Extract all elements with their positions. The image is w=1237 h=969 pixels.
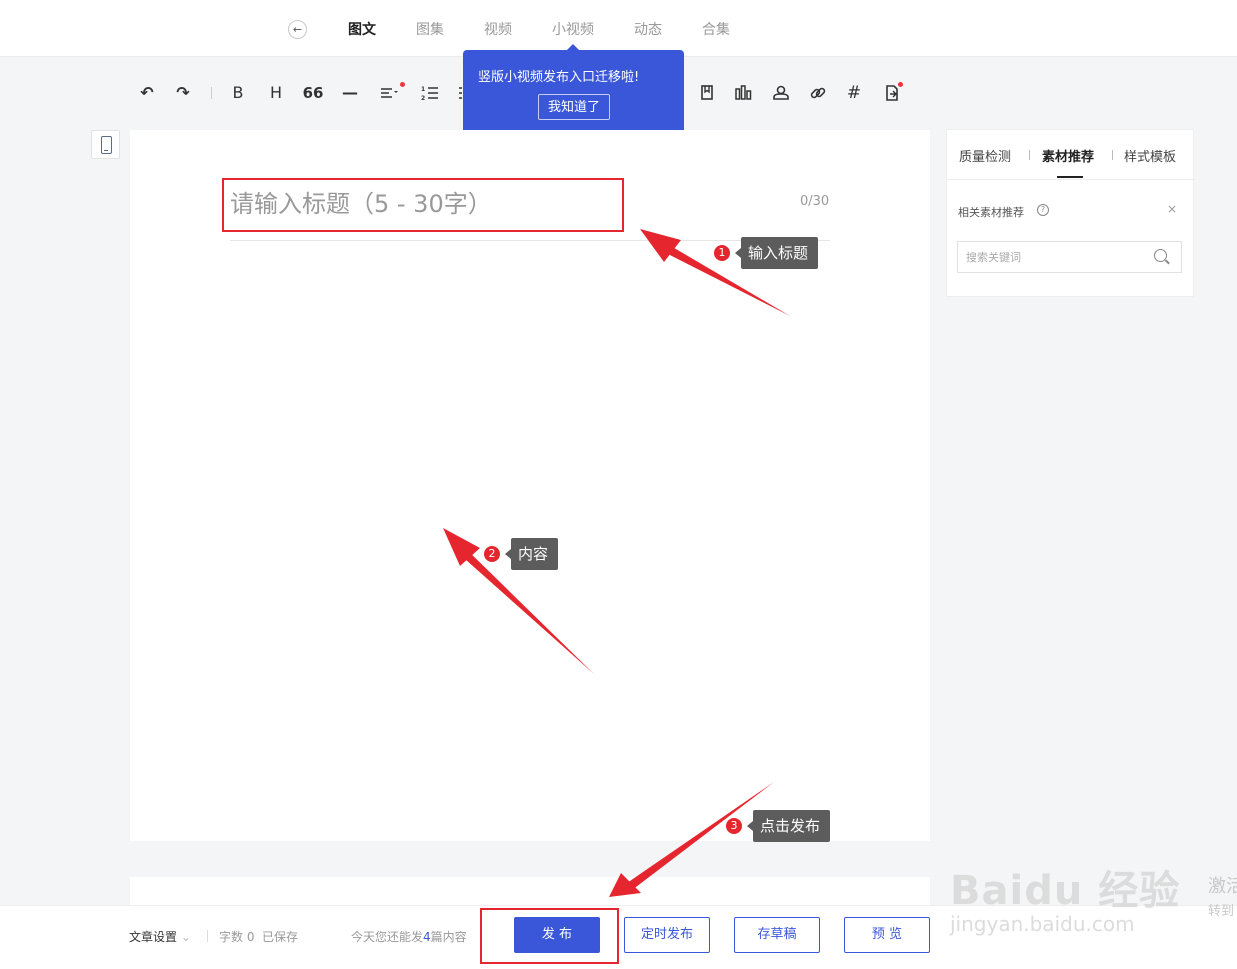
tab-short-video[interactable]: 小视频 [552,19,594,39]
annotation-number: 3 [725,817,743,835]
schedule-publish-button[interactable]: 定时发布 [624,917,710,953]
quote-icon[interactable]: 66 [301,82,325,104]
right-panel: 质量检测 素材推荐 样式模板 相关素材推荐 ? × [946,129,1195,297]
active-tab-indicator [1057,176,1083,178]
tab-material-recommend[interactable]: 素材推荐 [1042,146,1094,165]
save-draft-button[interactable]: 存草稿 [734,917,820,953]
tab-separator [1112,150,1113,160]
heading-icon[interactable]: H [264,82,288,104]
toolbar-divider [211,87,212,99]
annotation-number: 1 [713,244,731,262]
notification-dot [898,82,903,87]
svg-text:1: 1 [421,86,425,93]
quota-count: 4 [423,930,431,944]
article-settings-label: 文章设置 [129,930,178,944]
activation-watermark: 激活 [1208,876,1237,897]
tab-separator [1029,150,1030,160]
publish-quota: 今天您还能发4篇内容 [351,928,467,945]
undo-icon[interactable]: ↶ [135,82,159,104]
title-divider [230,240,830,241]
tooltip-message: 竖版小视频发布入口迁移啦! [478,70,640,85]
hashtag-icon[interactable]: # [842,82,866,104]
title-char-count: 0/30 [800,194,830,209]
panel-divider [947,179,1195,180]
unordered-list-icon[interactable] [452,82,462,104]
top-nav: ← 图文 图集 视频 小视频 动态 合集 [0,0,1237,57]
link-icon[interactable] [806,82,830,104]
annotation-title-highlight [222,178,624,232]
migration-tooltip: 竖版小视频发布入口迁移啦! 我知道了 [463,44,684,138]
bold-icon[interactable]: B [226,82,250,104]
chevron-down-icon: ⌄ [180,930,191,944]
bookmark-icon[interactable] [695,82,719,104]
tab-collection[interactable]: 合集 [702,19,730,39]
arrow-left-icon[interactable]: ← [288,20,307,39]
baidu-watermark-logo: Baidu 经验 [950,868,1181,914]
notification-dot [400,82,405,87]
activation-watermark-sub: 转到 [1208,904,1235,919]
word-count: 字数 0 [219,930,255,944]
footer-divider [207,930,208,942]
help-icon[interactable]: ? [1037,204,1049,216]
section-title: 相关素材推荐 [958,206,1024,219]
annotation-number: 2 [483,545,501,563]
preview-button[interactable]: 预 览 [844,917,930,953]
ordered-list-icon[interactable]: 12 [418,82,442,104]
tab-video[interactable]: 视频 [484,19,512,39]
phone-icon [101,136,112,154]
baidu-watermark-url: jingyan.baidu.com [950,912,1135,936]
user-icon[interactable] [769,82,793,104]
redo-icon[interactable]: ↷ [171,82,195,104]
quota-suffix: 篇内容 [430,930,467,944]
tab-gallery[interactable]: 图集 [416,19,444,39]
close-icon[interactable]: × [1167,202,1177,216]
quota-prefix: 今天您还能发 [351,930,424,944]
search-icon[interactable] [1154,249,1167,262]
annotation-label: 输入标题 [734,237,819,269]
svg-text:2: 2 [421,95,425,102]
search-box [957,241,1182,273]
tab-moments[interactable]: 动态 [634,19,662,39]
mobile-preview-button[interactable] [91,130,120,159]
annotation-label: 点击发布 [746,810,831,842]
content-body[interactable] [230,250,830,810]
align-icon[interactable] [376,82,400,104]
tab-quality-check[interactable]: 质量检测 [959,146,1011,165]
got-it-button[interactable]: 我知道了 [538,94,610,120]
annotation-publish-highlight [480,908,619,964]
search-input[interactable] [966,248,1146,266]
save-status: 已保存 [262,930,299,944]
tab-style-template[interactable]: 样式模板 [1124,146,1176,165]
article-settings-dropdown[interactable]: 文章设置 ⌄ [129,928,191,945]
editor-extra-section [130,877,930,907]
divider-icon[interactable]: — [338,82,362,104]
tab-image-text[interactable]: 图文 [348,19,376,39]
chart-icon[interactable] [731,82,755,104]
annotation-label: 内容 [504,538,559,570]
